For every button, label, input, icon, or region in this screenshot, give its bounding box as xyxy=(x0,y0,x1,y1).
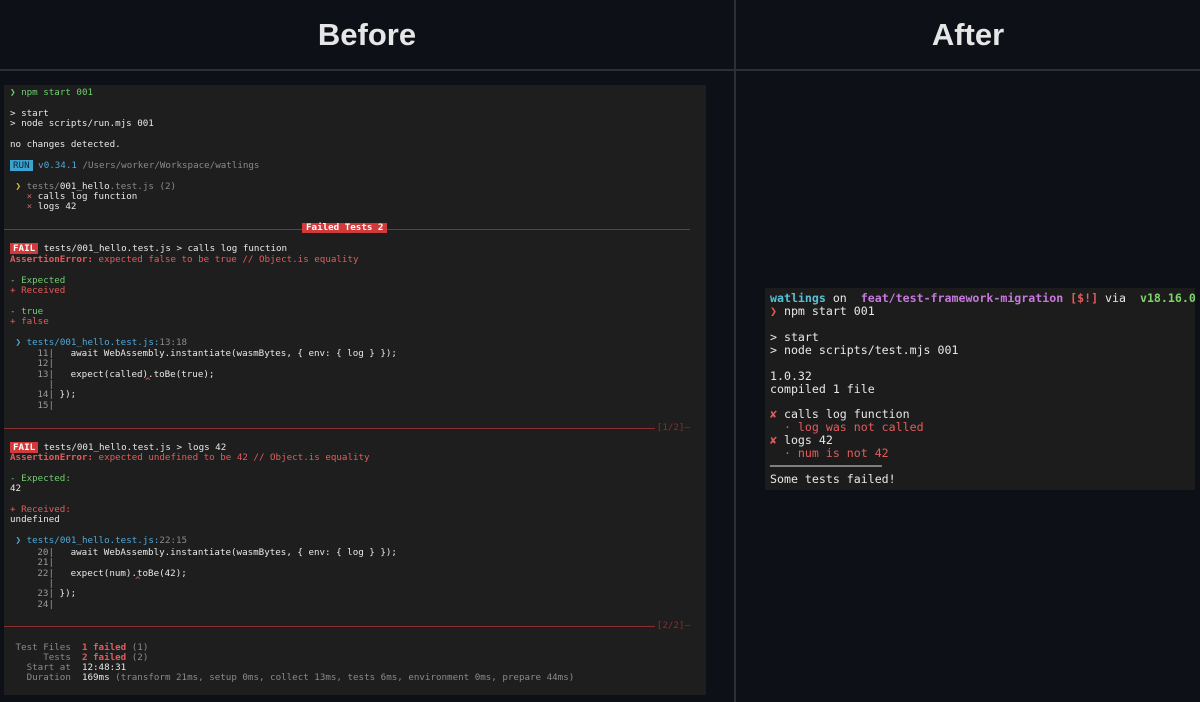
code-line: 24| xyxy=(10,598,706,611)
error-message: expected false to be true // Object.is e… xyxy=(98,254,359,265)
cross-icon: ✘ xyxy=(770,433,777,447)
assertion-error-line: AssertionError: expected undefined to be… xyxy=(10,452,706,464)
test-name: logs 42 xyxy=(783,433,833,447)
code-text: }); xyxy=(54,588,77,600)
compiled-line: compiled 1 file xyxy=(770,382,875,396)
prompt-line: ❯ npm start 001 xyxy=(10,87,706,99)
page-ruler xyxy=(4,428,690,429)
code-line: 15| xyxy=(10,399,706,412)
git-branch: feat/test-framework-migration xyxy=(860,291,1064,305)
workspace-path: /Users/worker/Workspace/watlings xyxy=(82,160,260,171)
error-caret: ^ xyxy=(145,375,151,387)
test-name: calls log function xyxy=(783,407,910,421)
vitest-version: v0.34.1 xyxy=(38,160,77,171)
line-number: 15| xyxy=(37,399,54,411)
test-item: × logs 42 xyxy=(10,201,706,213)
before-terminal: ❯ npm start 001 > start > node scripts/r… xyxy=(4,85,706,695)
test-detail: · log was not called xyxy=(770,420,924,434)
location-file: tests/001_hello.test.js: xyxy=(26,337,160,348)
prompt-on: on xyxy=(825,291,854,305)
code-text: }); xyxy=(54,389,77,401)
prompt-command: npm start 001 xyxy=(783,304,875,318)
suite-count: (2) xyxy=(159,181,177,192)
line-number: 22| xyxy=(37,567,54,579)
node-cmd-line: > node scripts/run.mjs 001 xyxy=(10,118,154,129)
location-pos: 22:15 xyxy=(159,535,188,546)
prompt-chevron-icon: ❯ xyxy=(770,304,777,318)
location-file: tests/001_hello.test.js: xyxy=(26,535,160,546)
prompt-via: via xyxy=(1098,291,1133,305)
test-name: logs 42 xyxy=(37,201,77,212)
summary-duration: Duration 169ms (transform 21ms, setup 0m… xyxy=(10,672,706,684)
line-number: 13| xyxy=(37,368,54,380)
after-heading: After xyxy=(931,16,1005,52)
line-number: 14| xyxy=(37,389,54,401)
location-chevron-icon: ❯ xyxy=(15,535,22,546)
page-ruler xyxy=(4,626,690,627)
error-message: expected undefined to be 42 // Object.is… xyxy=(98,452,370,463)
page-indicator: [1/2]— xyxy=(654,422,690,434)
location-chevron-icon: ❯ xyxy=(15,337,22,348)
line-number: 23| xyxy=(37,588,54,600)
column-divider xyxy=(734,0,736,702)
code-text: await WebAssembly.instantiate(wasmBytes,… xyxy=(54,348,397,359)
run-line: RUN v0.34.1 /Users/worker/Workspace/watl… xyxy=(10,160,706,172)
result-line: Some tests failed! xyxy=(770,472,896,486)
line-number: 24| xyxy=(37,598,54,610)
error-caret: ^ xyxy=(135,574,141,586)
error-name: AssertionError: xyxy=(10,452,93,463)
node-cmd-line: > node scripts/test.mjs 001 xyxy=(770,343,959,357)
cross-icon: ✘ xyxy=(770,407,777,421)
summary-total: (2) xyxy=(131,652,149,663)
summary-label: Duration xyxy=(10,672,71,683)
fail-title: tests/001_hello.test.js > calls log func… xyxy=(43,243,288,254)
node-version: v18.16.0 xyxy=(1139,291,1195,305)
cross-icon: × xyxy=(26,201,33,212)
diff-received-label: + Received xyxy=(10,285,66,296)
code-text: await WebAssembly.instantiate(wasmBytes,… xyxy=(54,547,397,558)
before-heading: Before xyxy=(317,16,417,52)
location-line: ❯ tests/001_hello.test.js:22:15 xyxy=(10,535,706,547)
summary-duration-detail: (transform 21ms, setup 0ms, collect 13ms… xyxy=(115,672,575,683)
error-name: AssertionError: xyxy=(10,254,93,265)
diff-plus: + false xyxy=(10,316,49,327)
prompt-chevron-icon: ❯ xyxy=(10,87,16,98)
prompt-dir: watlings xyxy=(770,291,826,305)
git-status: [$!] xyxy=(1070,291,1099,305)
fail-badge: FAIL xyxy=(10,243,39,254)
no-changes-line: no changes detected. xyxy=(10,139,121,150)
prompt-command: npm start 001 xyxy=(21,87,94,98)
location-pos: 13:18 xyxy=(159,337,188,348)
received-value: undefined xyxy=(10,514,60,525)
header-divider xyxy=(0,69,1200,71)
failed-tests-label: Failed Tests 2 xyxy=(302,222,388,234)
code-text: expect(num).toBe(42); xyxy=(54,567,187,579)
code-text: expect(called).toBe(true); xyxy=(54,368,215,380)
expected-value: 42 xyxy=(10,483,22,494)
prompt-line: ❯ npm start 001 xyxy=(770,305,1195,318)
summary-duration-value: 169ms xyxy=(81,672,110,683)
run-badge: RUN xyxy=(10,160,33,171)
assertion-error-line: AssertionError: expected false to be tru… xyxy=(10,254,706,266)
page-indicator: [2/2]— xyxy=(654,620,690,632)
after-terminal: watlings on feat/test-framework-migratio… xyxy=(765,288,1195,490)
